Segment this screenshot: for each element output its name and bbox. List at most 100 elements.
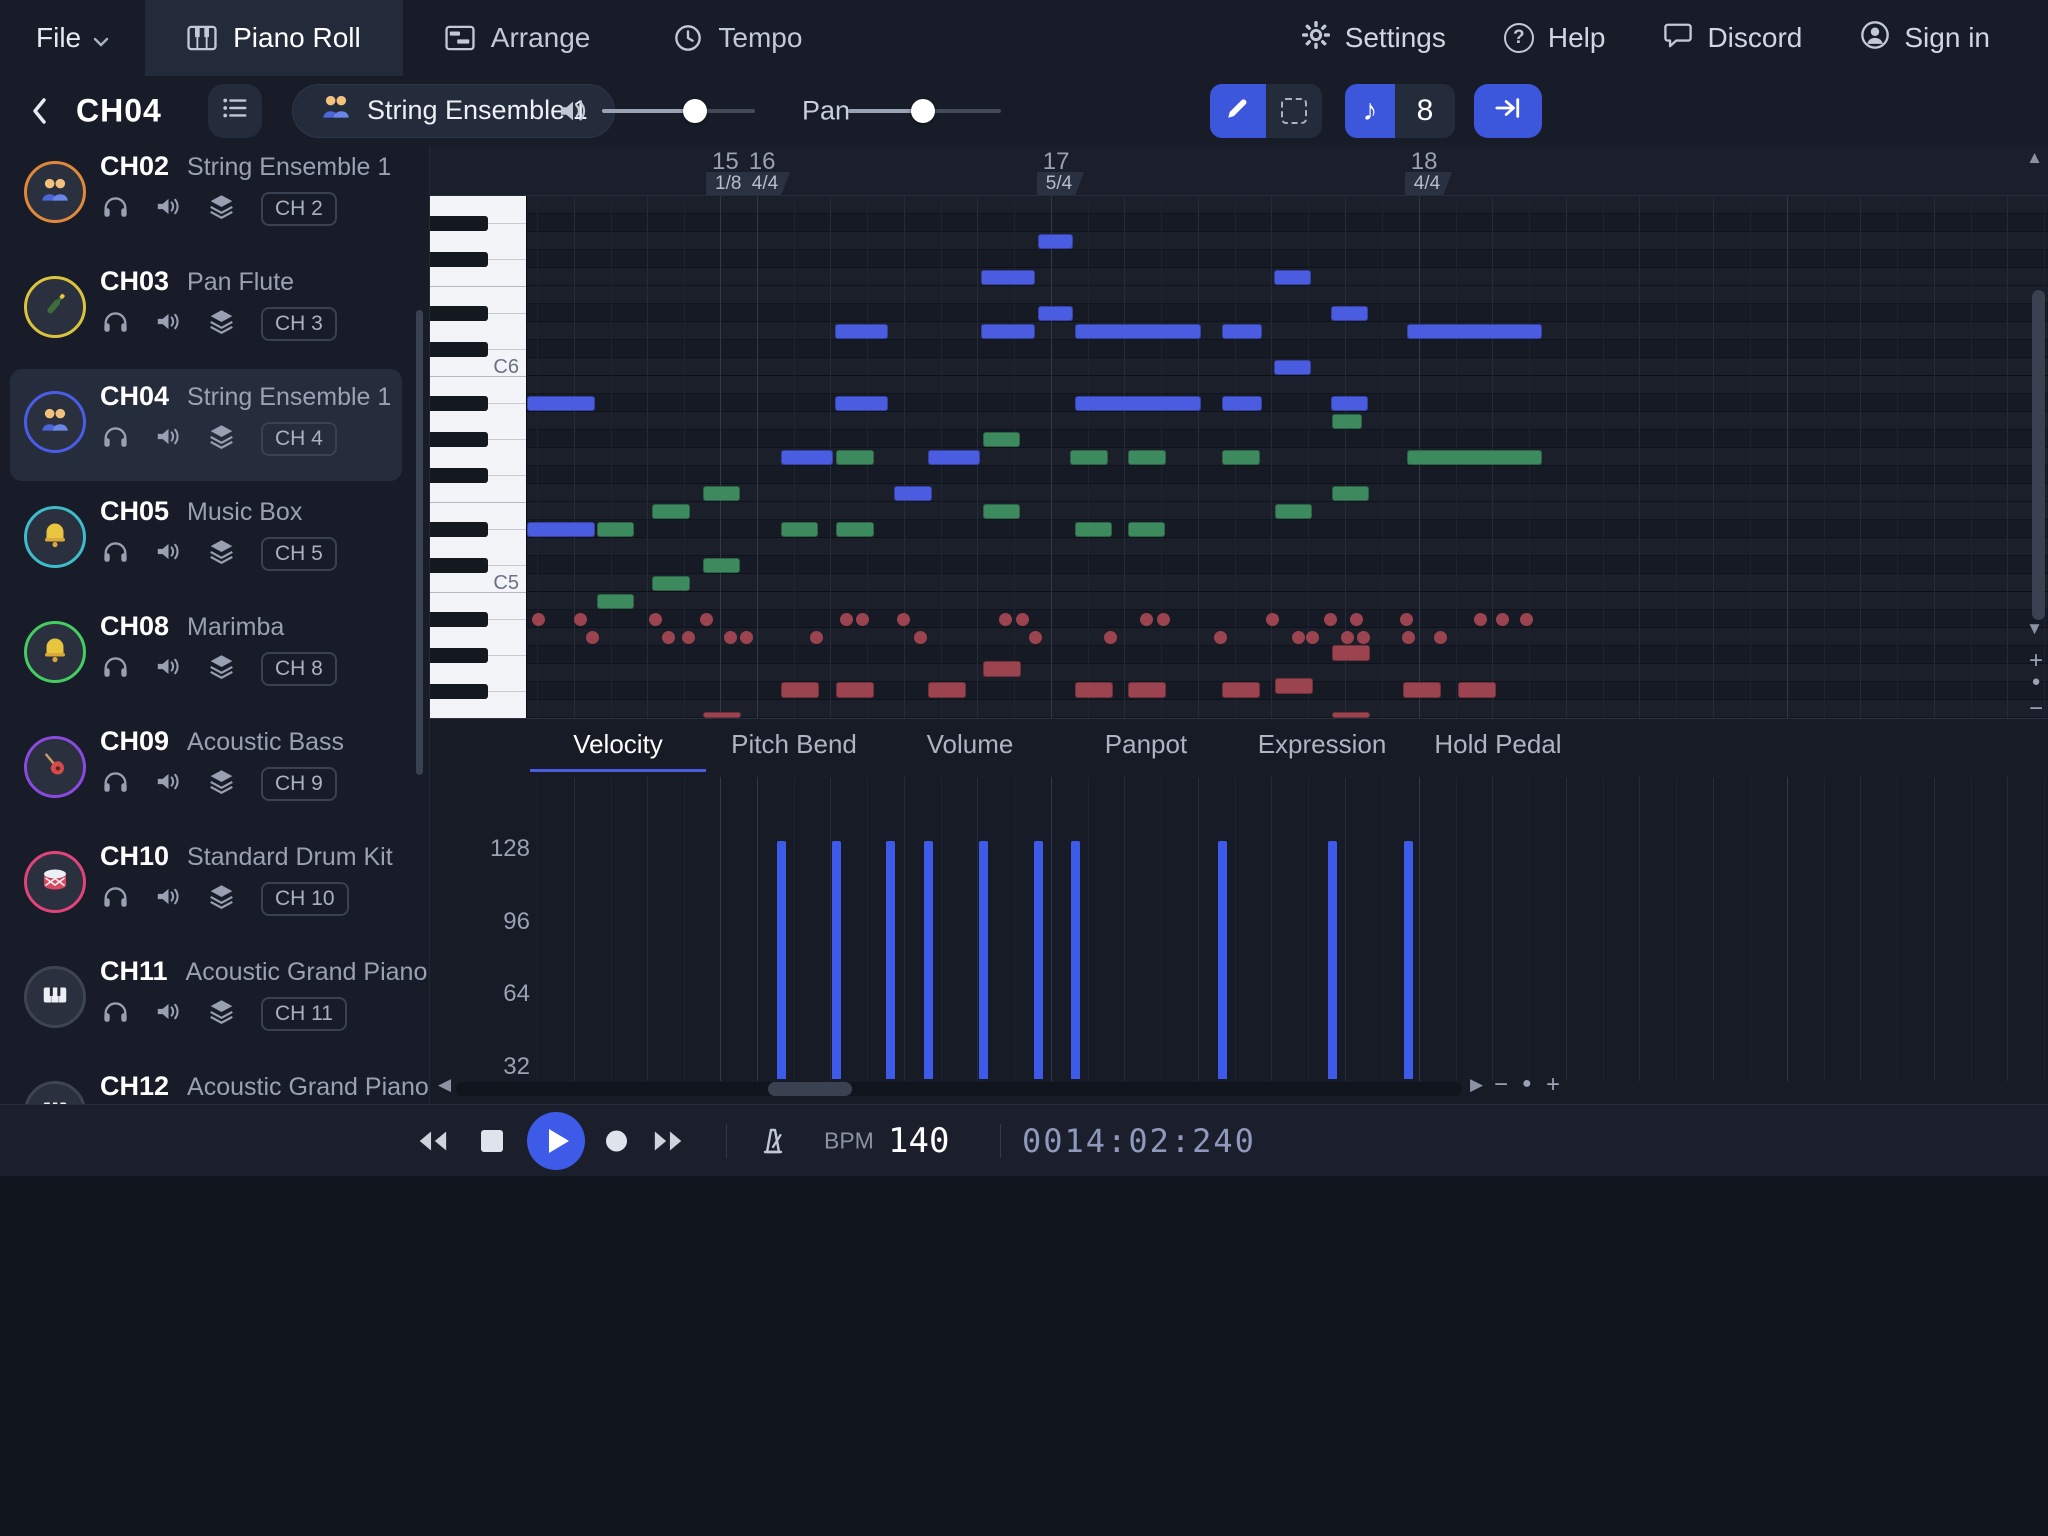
control-tab-panpot[interactable]: Panpot	[1058, 719, 1234, 772]
midi-note-selected-track[interactable]	[1038, 234, 1073, 249]
drum-note-dot[interactable]	[532, 613, 545, 626]
midi-note-selected-track[interactable]	[1331, 396, 1368, 411]
headphones-solo-button[interactable]	[102, 424, 129, 454]
tab-arrange[interactable]: Arrange	[403, 0, 633, 76]
scroll-up-button[interactable]: ▲	[2026, 148, 2043, 168]
vertical-zoom-in-button[interactable]: +	[2027, 647, 2045, 675]
piano-keyboard[interactable]: C6C5	[430, 196, 527, 718]
drum-note-dot[interactable]	[700, 613, 713, 626]
headphones-solo-button[interactable]	[102, 999, 129, 1029]
headphones-solo-button[interactable]	[102, 309, 129, 339]
velocity-bar[interactable]	[979, 841, 988, 1079]
drum-note-dot[interactable]	[840, 613, 853, 626]
black-key[interactable]	[430, 684, 488, 699]
black-key[interactable]	[430, 522, 488, 537]
drum-note-dot[interactable]	[1357, 631, 1370, 644]
drum-note-dot[interactable]	[1496, 613, 1509, 626]
drum-note-dot[interactable]	[856, 613, 869, 626]
midi-note-selected-track[interactable]	[1407, 324, 1542, 339]
midi-note-ghost-track[interactable]	[1222, 450, 1260, 465]
drum-note-dot[interactable]	[682, 631, 695, 644]
play-button[interactable]	[527, 1112, 585, 1170]
drum-note-dot[interactable]	[1402, 631, 1415, 644]
midi-note-selected-track[interactable]	[1222, 396, 1262, 411]
velocity-bar[interactable]	[1404, 841, 1413, 1079]
black-key[interactable]	[430, 216, 488, 231]
midi-note-ghost-track[interactable]	[1222, 682, 1260, 698]
track-row[interactable]: CH05Music BoxCH 5	[0, 490, 430, 605]
speaker-mute-button[interactable]	[155, 769, 182, 799]
headphones-solo-button[interactable]	[102, 539, 129, 569]
midi-note-ghost-track[interactable]	[1128, 682, 1166, 698]
note-length-value[interactable]: 8	[1395, 84, 1455, 138]
tab-tempo[interactable]: Tempo	[632, 0, 844, 76]
drum-note-dot[interactable]	[1306, 631, 1319, 644]
horizontal-zoom-reset-button[interactable]: ●	[1522, 1075, 1532, 1093]
discord-button[interactable]: Discord	[1649, 21, 1816, 56]
speaker-mute-button[interactable]	[155, 424, 182, 454]
midi-note-ghost-track[interactable]	[597, 522, 634, 537]
control-tab-velocity[interactable]: Velocity	[530, 719, 706, 772]
black-key[interactable]	[430, 306, 488, 321]
drum-note-dot[interactable]	[1214, 631, 1227, 644]
scroll-right-button[interactable]: ▶	[1470, 1075, 1483, 1095]
metronome-icon[interactable]	[758, 1126, 788, 1156]
headphones-solo-button[interactable]	[102, 654, 129, 684]
midi-note-selected-track[interactable]	[1222, 324, 1262, 339]
selection-tool-button[interactable]	[1266, 84, 1322, 138]
velocity-bar[interactable]	[1034, 841, 1043, 1079]
drum-note-dot[interactable]	[1350, 613, 1363, 626]
settings-button[interactable]: Settings	[1287, 20, 1460, 57]
midi-note-ghost-track[interactable]	[1458, 682, 1496, 698]
note-length-button[interactable]: ♪	[1345, 84, 1395, 138]
control-tab-expression[interactable]: Expression	[1234, 719, 1410, 772]
volume-slider-thumb[interactable]	[683, 99, 707, 123]
drum-note-dot[interactable]	[1520, 613, 1533, 626]
track-avatar[interactable]	[24, 621, 86, 683]
track-avatar[interactable]	[24, 276, 86, 338]
midi-note-ghost-track[interactable]	[836, 522, 874, 537]
layers-icon[interactable]	[208, 883, 235, 915]
horizontal-zoom-in-button[interactable]: +	[1546, 1071, 1560, 1099]
vertical-scrollbar-thumb[interactable]	[2032, 290, 2045, 620]
track-avatar[interactable]	[24, 391, 86, 453]
midi-note-selected-track[interactable]	[781, 450, 833, 465]
velocity-bar[interactable]	[1218, 841, 1227, 1079]
midi-note-selected-track[interactable]	[1075, 324, 1201, 339]
measure-ruler[interactable]: 151/8164/4175/4184/4	[430, 145, 2048, 196]
note-grid[interactable]	[527, 196, 2048, 718]
midi-note-ghost-track[interactable]	[781, 682, 819, 698]
drum-note-dot[interactable]	[1266, 613, 1279, 626]
black-key[interactable]	[430, 612, 488, 627]
black-key[interactable]	[430, 558, 488, 573]
pencil-tool-button[interactable]	[1210, 84, 1266, 138]
layers-icon[interactable]	[208, 538, 235, 570]
track-list-scrollbar[interactable]	[416, 310, 423, 775]
forward-button[interactable]	[652, 1128, 686, 1153]
midi-note-ghost-track[interactable]	[1128, 522, 1165, 537]
velocity-bar[interactable]	[886, 841, 895, 1079]
drum-note-dot[interactable]	[810, 631, 823, 644]
horizontal-zoom-out-button[interactable]: −	[1494, 1071, 1508, 1099]
midi-note-ghost-track[interactable]	[1275, 504, 1312, 519]
midi-note-selected-track[interactable]	[981, 324, 1035, 339]
speaker-mute-button[interactable]	[155, 309, 182, 339]
control-tab-hold-pedal[interactable]: Hold Pedal	[1410, 719, 1586, 772]
sign-in-button[interactable]: Sign in	[1846, 20, 2004, 57]
drum-note-dot[interactable]	[724, 631, 737, 644]
midi-note-ghost-track[interactable]	[1403, 682, 1441, 698]
layers-icon[interactable]	[208, 653, 235, 685]
back-button[interactable]	[30, 97, 50, 125]
drum-note-dot[interactable]	[586, 631, 599, 644]
midi-note-ghost-track[interactable]	[1128, 450, 1166, 465]
midi-note-ghost-track[interactable]	[1070, 450, 1108, 465]
rewind-button[interactable]	[415, 1128, 449, 1153]
midi-note-selected-track[interactable]	[981, 270, 1035, 285]
speaker-mute-button[interactable]	[155, 999, 182, 1029]
midi-note-selected-track[interactable]	[835, 396, 888, 411]
midi-note-ghost-track[interactable]	[1332, 414, 1362, 429]
velocity-bar[interactable]	[777, 841, 786, 1079]
drum-note-dot[interactable]	[1400, 613, 1413, 626]
drum-note-dot[interactable]	[574, 613, 587, 626]
midi-note-ghost-track[interactable]	[983, 661, 1021, 677]
